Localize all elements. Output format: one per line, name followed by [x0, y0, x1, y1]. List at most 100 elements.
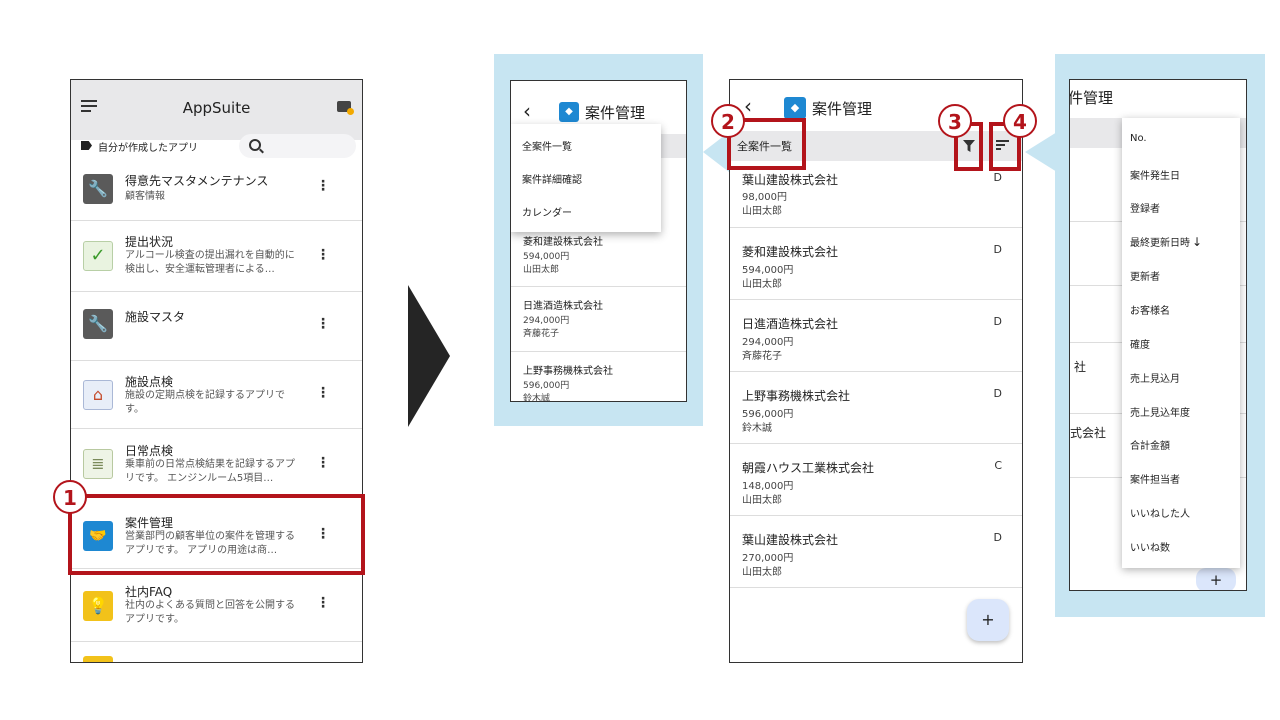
case-row[interactable]: 菱和建設株式会社 594,000円 山田太郎 D [730, 228, 1022, 300]
sort-option-updater[interactable]: 更新者 [1130, 268, 1160, 283]
case-name: 葉山建設株式会社 [742, 533, 839, 547]
case-rank: D [993, 243, 1002, 256]
case-person: 山田太郎 [742, 206, 782, 217]
callout-2: 2 [711, 104, 745, 138]
case-person: 斉藤花子 [742, 351, 782, 362]
sort-option-label: 最終更新日時 [1130, 238, 1190, 249]
case-name: 朝霞ハウス工業株式会社 [742, 461, 875, 475]
back-chevron-icon[interactable]: ‹ [744, 96, 752, 116]
view-dropdown-menu: 全案件一覧 案件詳細確認 カレンダー [511, 124, 661, 232]
view-menu-screen: ‹ ◆ 案件管理 菱和建設株式会社 594,000円 山田太郎 日進酒造株式会社… [510, 80, 687, 402]
flow-arrow-icon [408, 285, 450, 427]
view-menu-item-detail[interactable]: 案件詳細確認 [522, 171, 582, 186]
case-amount: 148,000円 [742, 481, 794, 492]
case-person: 山田太郎 [742, 567, 782, 578]
app-description: アルコール検査の提出漏れを自動的に検出し、安全運転管理者による… [125, 250, 295, 275]
case-rank: D [993, 387, 1002, 400]
sort-option-like-count[interactable]: いいね数 [1130, 539, 1170, 554]
app-description: 社内のよくある質問と回答を公開するアプリです。 [125, 600, 295, 625]
app-list-screen: AppSuite 自分が作成したアプリ 🔧 得意先マスタメンテナンス 顧客情報 … [70, 79, 363, 663]
case-name: 菱和建設株式会社 [742, 245, 839, 259]
case-name-fragment: 式会社 [1070, 426, 1107, 440]
case-name: 葉山建設株式会社 [742, 173, 839, 187]
app-header-title: AppSuite [182, 99, 251, 117]
app-description: 施設の定期点検を記録するアプリです。 [125, 390, 285, 415]
case-name-fragment: 社 [1074, 360, 1087, 374]
case-row[interactable]: 日進酒造株式会社 294,000円 斉藤花子 D [730, 300, 1022, 372]
sort-option-customer[interactable]: お客様名 [1130, 302, 1170, 317]
wrench-icon: 🔧 [83, 174, 113, 204]
case-row[interactable]: 上野事務機株式会社 596,000円 鈴木誠 [511, 352, 686, 402]
case-rank: D [993, 531, 1002, 544]
case-rank: D [993, 315, 1002, 328]
case-person: 鈴木誠 [523, 394, 551, 402]
case-rank: C [994, 459, 1002, 472]
sort-option-sales-month[interactable]: 売上見込月 [1130, 370, 1180, 385]
next-app-icon [83, 656, 113, 662]
more-options-icon[interactable]: ⋮ [316, 247, 330, 263]
case-person: 山田太郎 [742, 495, 782, 506]
case-row[interactable]: 朝霞ハウス工業株式会社 148,000円 山田太郎 C [730, 444, 1022, 516]
notification-icon[interactable] [337, 101, 354, 115]
connector-4 [1025, 132, 1057, 172]
case-name: 日進酒造株式会社 [523, 301, 603, 312]
case-row[interactable]: 葉山建設株式会社 270,000円 山田太郎 D [730, 516, 1022, 588]
view-menu-item-calendar[interactable]: カレンダー [522, 204, 572, 219]
more-options-icon[interactable]: ⋮ [316, 178, 330, 194]
app-row-submission-status[interactable]: ✓ 提出状況 アルコール検査の提出漏れを自動的に検出し、安全運転管理者による… … [71, 221, 362, 292]
view-menu-item-all[interactable]: 全案件一覧 [522, 138, 572, 153]
app-description: 乗車前の日常点検結果を記録するアプリです。 エンジンルーム5項目… [125, 459, 295, 484]
case-app-icon: ◆ [559, 102, 579, 122]
sort-option-probability[interactable]: 確度 [1130, 336, 1150, 351]
case-amount: 294,000円 [523, 316, 570, 326]
app-title: 施設マスタ [125, 310, 186, 324]
checklist-icon: ✓ [83, 241, 113, 271]
add-case-button[interactable]: + [967, 599, 1009, 641]
sort-option-liked-by[interactable]: いいねした人 [1130, 505, 1190, 520]
case-amount: 270,000円 [742, 553, 794, 564]
sort-option-registrant[interactable]: 登録者 [1130, 200, 1160, 215]
house-shield-icon: ⌂ [83, 380, 113, 410]
case-person: 山田太郎 [523, 265, 560, 275]
case-amount: 294,000円 [742, 337, 794, 348]
sort-option-last-updated[interactable]: 最終更新日時 ↓ [1130, 234, 1202, 249]
case-person: 鈴木誠 [742, 423, 772, 434]
callout-4: 4 [1003, 104, 1037, 138]
case-amount: 594,000円 [523, 252, 570, 262]
more-options-icon[interactable]: ⋮ [316, 595, 330, 611]
sort-option-sales-year[interactable]: 売上見込年度 [1130, 404, 1190, 419]
app-title: 日常点検 [125, 444, 174, 458]
sort-option-no[interactable]: No. [1130, 133, 1147, 144]
case-name: 上野事務機株式会社 [523, 366, 613, 377]
app-row-customer-master[interactable]: 🔧 得意先マスタメンテナンス 顧客情報 ⋮ [71, 160, 362, 221]
more-options-icon[interactable]: ⋮ [316, 385, 330, 401]
app-row-daily-inspection[interactable]: ≣ 日常点検 乗車前の日常点検結果を記録するアプリです。 エンジンルーム5項目…… [71, 429, 362, 498]
app-row-facility-master[interactable]: 🔧 施設マスタ ⋮ [71, 292, 362, 361]
clipboard-icon: ≣ [83, 449, 113, 479]
case-row[interactable]: 上野事務機株式会社 596,000円 鈴木誠 D [730, 372, 1022, 444]
back-chevron-icon[interactable]: ‹ [523, 101, 531, 121]
app-row-facility-inspection[interactable]: ⌂ 施設点検 施設の定期点検を記録するアプリです。 ⋮ [71, 361, 362, 429]
sort-option-occurrence-date[interactable]: 案件発生日 [1130, 167, 1180, 182]
more-options-icon[interactable]: ⋮ [316, 455, 330, 471]
add-case-button[interactable]: + [1196, 568, 1236, 590]
case-person: 山田太郎 [742, 279, 782, 290]
case-list: 葉山建設株式会社 98,000円 山田太郎 D 菱和建設株式会社 594,000… [730, 162, 1022, 662]
app-title: 社内FAQ [125, 585, 173, 599]
sort-option-owner[interactable]: 案件担当者 [1130, 471, 1180, 486]
case-app-icon: ◆ [784, 97, 806, 119]
sort-option-total[interactable]: 合計金額 [1130, 437, 1170, 452]
callout-3: 3 [938, 104, 972, 138]
app-title: 提出状況 [125, 235, 174, 249]
wrench-icon: 🔧 [83, 309, 113, 339]
screen-title: 案件管理 [585, 104, 646, 122]
case-row[interactable]: 葉山建設株式会社 98,000円 山田太郎 D [730, 162, 1022, 228]
arrow-down-icon: ↓ [1192, 235, 1203, 249]
app-row-internal-faq[interactable]: 💡 社内FAQ 社内のよくある質問と回答を公開するアプリです。 ⋮ [71, 569, 362, 642]
case-amount: 596,000円 [523, 381, 570, 391]
app-filter-label[interactable]: 自分が作成したアプリ [98, 139, 198, 154]
app-title: 施設点検 [125, 375, 174, 389]
app-description: 顧客情報 [125, 191, 165, 202]
case-row[interactable]: 日進酒造株式会社 294,000円 斉藤花子 [511, 287, 686, 352]
more-options-icon[interactable]: ⋮ [316, 316, 330, 332]
